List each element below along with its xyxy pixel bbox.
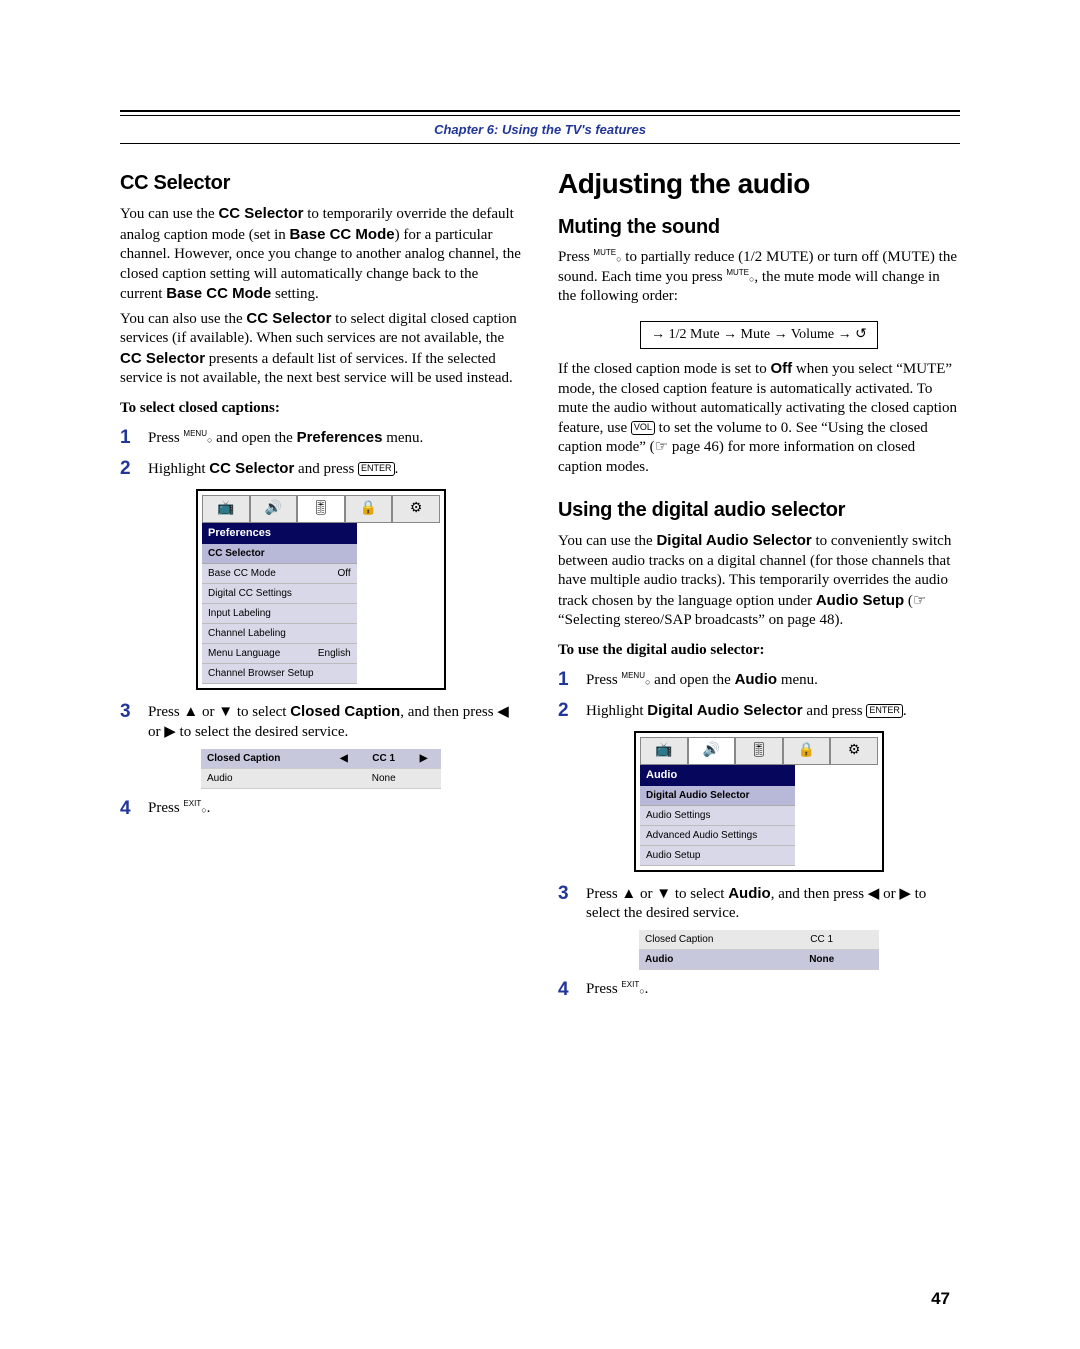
step-body: Press EXIT○. <box>148 797 522 822</box>
exit-button-icon: EXIT <box>621 980 639 989</box>
right-arrow-icon: ▶ <box>164 723 176 740</box>
menu-tabs: 📺 🔊 🎚 🔒 ⚙ <box>202 495 440 523</box>
menu-row: Audio Setup <box>640 846 795 866</box>
tab-icon: 🔒 <box>783 737 831 765</box>
step-body: Press ▲ or ▼ to select Audio, and then p… <box>586 882 960 924</box>
step-number: 4 <box>120 797 148 822</box>
two-column-layout: CC Selector You can use the CC Selector … <box>120 166 960 1008</box>
up-arrow-icon: ▲ <box>621 885 636 902</box>
menu-row: Audio Settings <box>640 806 795 826</box>
section-heading-adjusting-audio: Adjusting the audio <box>558 166 960 202</box>
vol-button-icon: VOL <box>631 421 655 435</box>
step-body: Press MENU○ and open the Preferences men… <box>148 426 522 451</box>
down-arrow-icon: ▼ <box>656 885 671 902</box>
tab-icon: 📺 <box>202 495 250 523</box>
tab-icon-active: 🎚 <box>297 495 345 523</box>
menu-row: Digital CC Settings <box>202 584 357 604</box>
step-3: 3 Press ▲ or ▼ to select Audio, and then… <box>558 882 960 924</box>
enter-button-icon: ENTER <box>358 462 395 476</box>
step-2: 2 Highlight Digital Audio Selector and p… <box>558 699 960 724</box>
left-column: CC Selector You can use the CC Selector … <box>120 166 522 1008</box>
header-rule-bottom <box>120 143 960 144</box>
menu-row: Channel Browser Setup <box>202 664 357 684</box>
subsection-digital-audio-selector: Using the digital audio selector <box>558 497 960 523</box>
tab-icon: ⚙ <box>392 495 440 523</box>
enter-button-icon: ENTER <box>866 704 903 718</box>
step-2: 2 Highlight CC Selector and press ENTER. <box>120 457 522 482</box>
hand-pointer-icon: ☞ <box>913 593 926 609</box>
audio-menu-figure: 📺 🔊 🎚 🔒 ⚙ Audio Digital Audio Selector A… <box>634 731 884 871</box>
subsection-muting-sound: Muting the sound <box>558 214 960 240</box>
left-arrow-icon: ◀ <box>868 885 880 902</box>
step-4: 4 Press EXIT○. <box>120 797 522 822</box>
up-arrow-icon: ▲ <box>183 703 198 720</box>
audio-option-figure: Closed Caption CC 1 Audio None <box>639 930 879 970</box>
step-body: Press EXIT○. <box>586 978 960 1003</box>
right-arrow-icon: ▶ <box>412 752 435 765</box>
tab-icon: 🔒 <box>345 495 393 523</box>
menu-row: Input Labeling <box>202 604 357 624</box>
menu-row: Base CC ModeOff <box>202 564 357 584</box>
paragraph: If the closed caption mode is set to Off… <box>558 359 960 477</box>
step-body: Highlight CC Selector and press ENTER. <box>148 457 522 482</box>
paragraph: You can use the Digital Audio Selector t… <box>558 531 960 631</box>
subheading: To select closed captions: <box>120 399 522 419</box>
menu-row: Advanced Audio Settings <box>640 826 795 846</box>
tab-icon: 🎚 <box>735 737 783 765</box>
tab-icon: 🔊 <box>250 495 298 523</box>
preferences-menu-figure: 📺 🔊 🎚 🔒 ⚙ Preferences CC Selector Base C… <box>196 489 446 689</box>
menu-title: Audio <box>640 765 795 785</box>
header-rule-top <box>120 110 960 116</box>
option-row: Closed Caption CC 1 <box>639 930 879 950</box>
menu-highlight-row: Digital Audio Selector <box>640 786 795 806</box>
menu-tabs: 📺 🔊 🎚 🔒 ⚙ <box>640 737 878 765</box>
menu-title: Preferences <box>202 523 357 543</box>
hand-pointer-icon: ☞ <box>655 439 668 455</box>
step-number: 2 <box>120 457 148 482</box>
chapter-title: Chapter 6: Using the TV's features <box>120 122 960 137</box>
page: Chapter 6: Using the TV's features CC Se… <box>0 0 1080 1008</box>
exit-button-icon: EXIT <box>183 799 201 808</box>
tab-icon-active: 🔊 <box>688 737 736 765</box>
menu-button-icon: MENU <box>183 429 207 438</box>
left-arrow-icon: ◀ <box>332 752 355 765</box>
menu-row: Channel Labeling <box>202 624 357 644</box>
paragraph: You can use the CC Selector to temporari… <box>120 204 522 305</box>
step-3: 3 Press ▲ or ▼ to select Closed Caption,… <box>120 700 522 743</box>
step-1: 1 Press MENU○ and open the Audio menu. <box>558 668 960 693</box>
tab-icon: 📺 <box>640 737 688 765</box>
down-arrow-icon: ▼ <box>218 703 233 720</box>
step-4: 4 Press EXIT○. <box>558 978 960 1003</box>
step-number: 3 <box>558 882 586 924</box>
menu-button-icon: MENU <box>621 671 645 680</box>
tab-icon: ⚙ <box>830 737 878 765</box>
step-number: 2 <box>558 699 586 724</box>
menu-row: Menu LanguageEnglish <box>202 644 357 664</box>
mute-button-icon: MUTE <box>593 248 616 257</box>
option-row-selected: Audio None <box>639 950 879 970</box>
section-heading-cc-selector: CC Selector <box>120 170 522 196</box>
page-number: 47 <box>931 1289 950 1309</box>
mute-button-icon: MUTE <box>726 268 749 277</box>
paragraph: Press MUTE○ to partially reduce (1/2 MUT… <box>558 248 960 307</box>
option-row: Audio None <box>201 769 441 789</box>
subheading: To use the digital audio selector: <box>558 641 960 661</box>
mute-flow-diagram: → 1/2 Mute → Mute → Volume → ↺ <box>558 311 960 359</box>
right-column: Adjusting the audio Muting the sound Pre… <box>558 166 960 1008</box>
step-body: Highlight Digital Audio Selector and pre… <box>586 699 960 724</box>
step-number: 1 <box>558 668 586 693</box>
right-arrow-icon: ▶ <box>899 885 911 902</box>
step-number: 4 <box>558 978 586 1003</box>
step-number: 3 <box>120 700 148 743</box>
step-body: Press ▲ or ▼ to select Closed Caption, a… <box>148 700 522 743</box>
menu-highlight-row: CC Selector <box>202 544 357 564</box>
step-1: 1 Press MENU○ and open the Preferences m… <box>120 426 522 451</box>
paragraph: You can also use the CC Selector to sele… <box>120 309 522 389</box>
left-arrow-icon: ◀ <box>497 703 509 720</box>
option-row-selected: Closed Caption ◀ CC 1 ▶ <box>201 749 441 769</box>
step-number: 1 <box>120 426 148 451</box>
cc-option-figure: Closed Caption ◀ CC 1 ▶ Audio None <box>201 749 441 789</box>
step-body: Press MENU○ and open the Audio menu. <box>586 668 960 693</box>
